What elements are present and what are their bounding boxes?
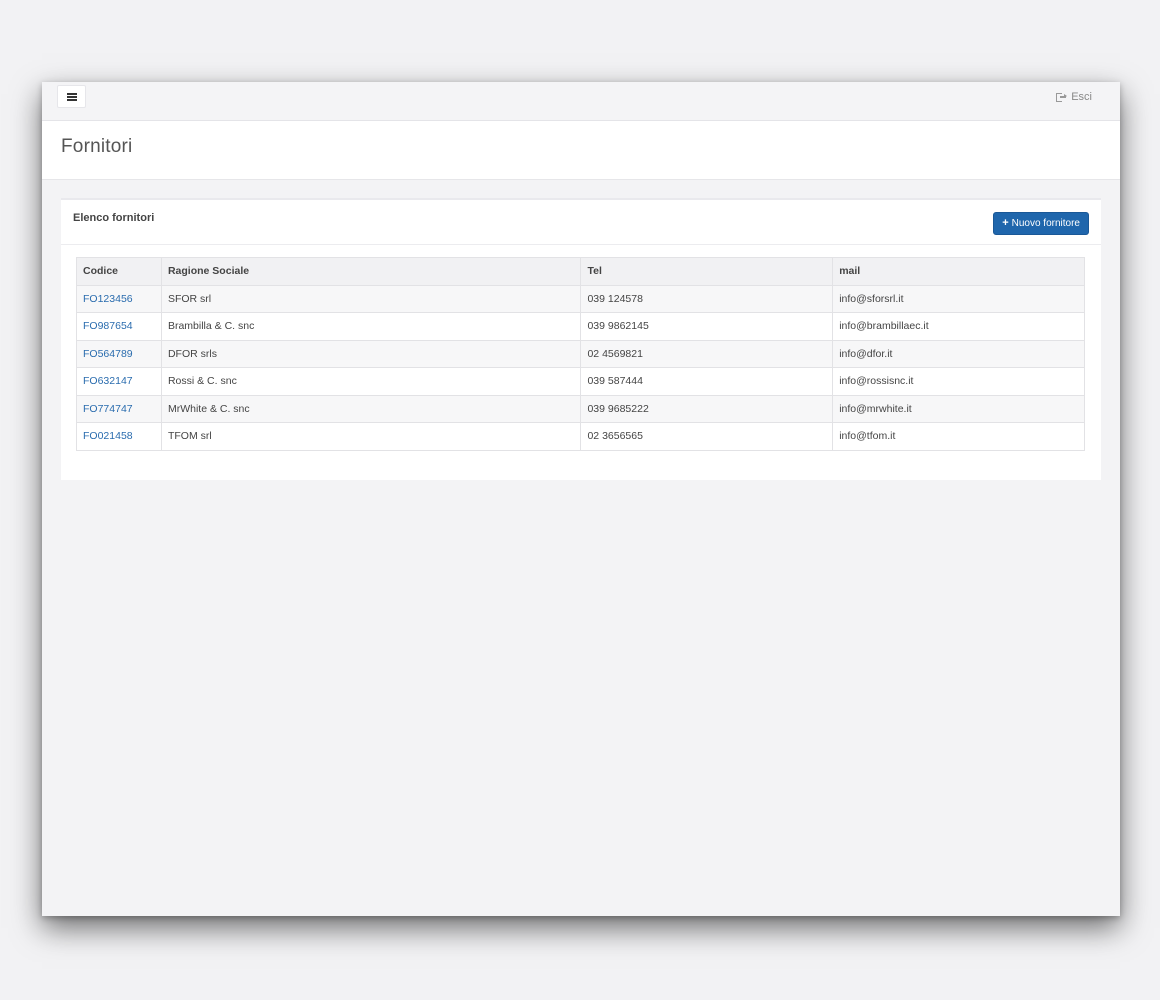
supplier-code-link[interactable]: FO632147 xyxy=(83,375,133,387)
cell-codice: FO564789 xyxy=(76,339,162,368)
menu-toggle-button[interactable] xyxy=(57,85,86,108)
column-header-codice[interactable]: Codice xyxy=(76,257,162,286)
table-header-row: Codice Ragione Sociale Tel mail xyxy=(76,257,1085,286)
column-header-tel[interactable]: Tel xyxy=(580,257,834,286)
cell-mail: info@sforsrl.it xyxy=(832,284,1085,313)
logout-label: Esci xyxy=(1071,91,1092,103)
cell-ragione-sociale: TFOM srl xyxy=(160,422,582,451)
panel-header: Elenco fornitori + Nuovo fornitore xyxy=(61,200,1101,245)
supplier-code-link[interactable]: FO987654 xyxy=(83,320,133,332)
cell-tel: 039 9862145 xyxy=(580,312,834,341)
cell-codice: FO021458 xyxy=(76,422,162,451)
logout-link[interactable]: Esci xyxy=(1056,91,1092,103)
table-row: FO632147 Rossi & C. snc 039 587444 info@… xyxy=(76,367,1085,396)
cell-codice: FO774747 xyxy=(76,394,162,423)
cell-codice: FO632147 xyxy=(76,367,162,396)
new-supplier-label: Nuovo fornitore xyxy=(1011,218,1080,229)
cell-mail: info@brambillaec.it xyxy=(832,312,1085,341)
cell-mail: info@rossisnc.it xyxy=(832,367,1085,396)
cell-ragione-sociale: MrWhite & C. snc xyxy=(160,394,582,423)
new-supplier-button[interactable]: + Nuovo fornitore xyxy=(993,212,1089,235)
sign-out-icon xyxy=(1056,92,1068,102)
column-header-ragione-sociale[interactable]: Ragione Sociale xyxy=(160,257,582,286)
suppliers-table: Codice Ragione Sociale Tel mail FO123456… xyxy=(76,257,1085,451)
page-title: Fornitori xyxy=(61,136,133,157)
table-row: FO987654 Brambilla & C. snc 039 9862145 … xyxy=(76,312,1085,341)
cell-tel: 039 124578 xyxy=(580,284,834,313)
cell-ragione-sociale: SFOR srl xyxy=(160,284,582,313)
suppliers-panel: Elenco fornitori + Nuovo fornitore Codic… xyxy=(61,198,1101,480)
cell-tel: 039 9685222 xyxy=(580,394,834,423)
table-row: FO123456 SFOR srl 039 124578 info@sforsr… xyxy=(76,284,1085,313)
table-row: FO021458 TFOM srl 02 3656565 info@tfom.i… xyxy=(76,422,1085,451)
cell-codice: FO123456 xyxy=(76,284,162,313)
supplier-code-link[interactable]: FO123456 xyxy=(83,293,133,305)
table-row: FO564789 DFOR srls 02 4569821 info@dfor.… xyxy=(76,339,1085,368)
cell-ragione-sociale: Rossi & C. snc xyxy=(160,367,582,396)
cell-mail: info@mrwhite.it xyxy=(832,394,1085,423)
supplier-code-link[interactable]: FO564789 xyxy=(83,348,133,360)
supplier-code-link[interactable]: FO021458 xyxy=(83,430,133,442)
column-header-mail[interactable]: mail xyxy=(832,257,1085,286)
table-row: FO774747 MrWhite & C. snc 039 9685222 in… xyxy=(76,394,1085,423)
cell-ragione-sociale: DFOR srls xyxy=(160,339,582,368)
cell-codice: FO987654 xyxy=(76,312,162,341)
cell-ragione-sociale: Brambilla & C. snc xyxy=(160,312,582,341)
cell-tel: 02 4569821 xyxy=(580,339,834,368)
cell-tel: 039 587444 xyxy=(580,367,834,396)
top-navbar: Esci xyxy=(42,82,1120,121)
panel-title: Elenco fornitori xyxy=(73,212,155,224)
cell-mail: info@tfom.it xyxy=(832,422,1085,451)
supplier-code-link[interactable]: FO774747 xyxy=(83,403,133,415)
app-window: Esci Fornitori Elenco fornitori + Nuovo … xyxy=(42,82,1120,916)
cell-tel: 02 3656565 xyxy=(580,422,834,451)
plus-icon: + xyxy=(1002,217,1009,229)
cell-mail: info@dfor.it xyxy=(832,339,1085,368)
page-header: Fornitori xyxy=(42,121,1120,180)
hamburger-icon xyxy=(66,92,77,101)
